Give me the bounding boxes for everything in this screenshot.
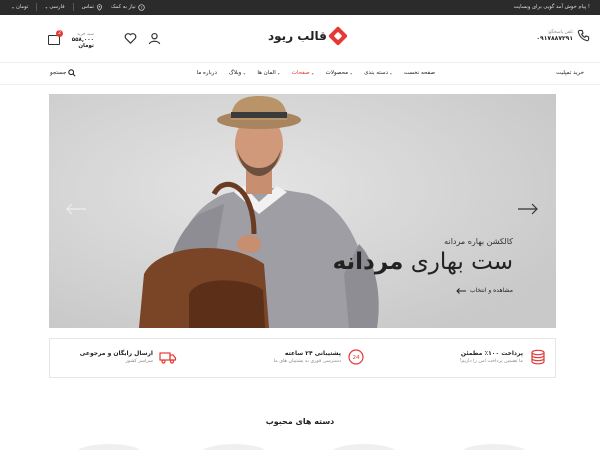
feature-subtitle: دسترسی فوری به پشتیبان های ما — [273, 359, 341, 364]
nav-item-label: وبلاگ — [228, 70, 242, 76]
feature-free-shipping: ارسال رایگان و مرجوعی سراسر کشور — [80, 348, 177, 366]
currency-label: تومان — [16, 4, 29, 10]
hero-title-bold: مردانه — [332, 249, 404, 275]
cart-count-badge: 2 — [56, 30, 63, 37]
category-thumbnail[interactable] — [460, 444, 528, 450]
nav-item-label: صفحه نخست — [403, 70, 435, 76]
heart-icon[interactable] — [124, 32, 137, 45]
feature-subtitle: ما تضمین پرداخت امن را داریم! — [459, 359, 523, 364]
chevron-down-icon: ▾ — [243, 70, 246, 76]
category-thumbnail[interactable] — [75, 444, 143, 450]
cart-summary: سبد خرید ۵۵۸,۰۰۰ تومان — [64, 32, 94, 49]
divider — [36, 3, 38, 11]
nav-item-home[interactable]: صفحه نخست — [404, 70, 435, 76]
nav-item-elements[interactable]: المان ها ▾ — [257, 70, 279, 76]
chevron-down-icon: ▾ — [389, 70, 392, 76]
phone-icon — [577, 29, 590, 42]
feature-title: پرداخت ۱۰۰٪ مطمئن — [460, 350, 523, 357]
slider-next-arrow-icon[interactable] — [517, 202, 539, 216]
feature-subtitle: سراسر کشور — [125, 359, 153, 364]
hero-title-light: ست بهاری — [410, 249, 513, 275]
contact-link[interactable]: تماس — [81, 3, 103, 11]
chevron-down-icon: ▾ — [12, 4, 15, 10]
nav-item-blog[interactable]: وبلاگ ▾ — [229, 70, 245, 76]
svg-text:?: ? — [140, 5, 142, 9]
truck-icon — [159, 352, 177, 364]
chevron-down-icon: ▾ — [350, 70, 353, 76]
chevron-down-icon: ▾ — [277, 70, 280, 76]
nav-item-label: درباره ما — [196, 70, 217, 76]
user-icon[interactable] — [148, 32, 161, 45]
language-selector[interactable]: ▾ فارسی — [45, 4, 64, 10]
chevron-down-icon: ▾ — [45, 4, 48, 10]
location-pin-icon — [96, 3, 102, 11]
brand-name: قالب ریود — [268, 29, 327, 43]
feature-title: ارسال رایگان و مرجوعی — [79, 350, 153, 357]
nav-item-products[interactable]: محصولات ▾ — [326, 70, 352, 76]
contact-label: تماس — [81, 4, 94, 10]
nav-item-label: المان ها — [257, 70, 276, 76]
slider-prev-arrow-icon[interactable] — [65, 202, 87, 216]
help-link[interactable]: نیاز به کمک ? — [110, 3, 145, 11]
nav-item-categories[interactable]: دسته بندی ▾ — [364, 70, 392, 76]
cart-amount: ۵۵۸,۰۰۰ تومان — [71, 37, 94, 49]
topbar-links: ▾ تومان ▾ فارسی تماس نیاز به کمک ? — [12, 3, 145, 11]
phone-number: ۰۹۱۷۸۸۷۲۹۱ — [536, 34, 573, 42]
chevron-down-icon: ▾ — [311, 70, 314, 76]
topbar: پیام خوش آمد گویی برای وبسایت ! ▾ تومان … — [0, 0, 600, 15]
site-header: 2 سبد خرید ۵۵۸,۰۰۰ تومان قالب ریود تلفن … — [0, 15, 600, 63]
support-24-icon: 24 — [348, 349, 364, 365]
coins-icon — [531, 349, 545, 365]
help-label: نیاز به کمک — [110, 4, 136, 10]
nav-item-about[interactable]: درباره ما — [197, 70, 217, 76]
buy-template-link[interactable]: خرید تمپلیت — [556, 70, 584, 76]
feature-support: پشتیبانی ۲۴ ساعته دسترسی فوری به پشتیبان… — [274, 348, 365, 366]
feature-title: پشتیبانی ۲۴ ساعته — [284, 350, 341, 357]
nav-menu: صفحه نخست دسته بندی ▾ محصولات ▾ صفحات ▾ الم… — [197, 70, 435, 76]
search-label: جستجو — [50, 70, 67, 76]
search-button[interactable]: جستجو — [50, 69, 76, 77]
nav-item-label: محصولات — [325, 70, 349, 76]
hero-slider[interactable]: کالکشن بهاره مردانه ست بهاری مردانه مشاه… — [49, 94, 556, 328]
support-phone: تلفن پاسخگو: ۰۹۱۷۸۸۷۲۹۱ — [536, 29, 590, 42]
search-icon — [68, 69, 76, 77]
svg-text:24: 24 — [353, 355, 360, 361]
category-thumbnail[interactable] — [200, 444, 268, 450]
nav-item-label: دسته بندی — [364, 70, 388, 76]
logo-mark-icon — [327, 26, 348, 46]
features-strip: پرداخت ۱۰۰٪ مطمئن ما تضمین پرداخت امن را… — [49, 338, 556, 378]
welcome-message: پیام خوش آمد گویی برای وبسایت ! — [513, 4, 590, 10]
category-thumbnail[interactable] — [330, 444, 398, 450]
hero-cta-label: مشاهده و انتخاب — [469, 287, 513, 294]
hero-subtitle: کالکشن بهاره مردانه — [444, 237, 513, 246]
arrow-left-icon — [456, 287, 466, 294]
nav-item-pages[interactable]: صفحات ▾ — [292, 70, 314, 76]
site-logo[interactable]: قالب ریود — [268, 26, 348, 46]
divider — [72, 3, 74, 11]
main-nav: خرید تمپلیت صفحه نخست دسته بندی ▾ محصولات… — [0, 63, 600, 85]
popular-categories-title: دسته های محبوب — [265, 417, 335, 426]
hero-title: ست بهاری مردانه — [333, 249, 513, 275]
currency-selector[interactable]: ▾ تومان — [12, 4, 28, 10]
hero-cta-link[interactable]: مشاهده و انتخاب — [456, 287, 513, 294]
language-label: فارسی — [49, 4, 65, 10]
feature-secure-payment: پرداخت ۱۰۰٪ مطمئن ما تضمین پرداخت امن را… — [459, 348, 547, 366]
help-circle-icon: ? — [138, 3, 145, 11]
nav-item-label: صفحات — [291, 70, 310, 76]
